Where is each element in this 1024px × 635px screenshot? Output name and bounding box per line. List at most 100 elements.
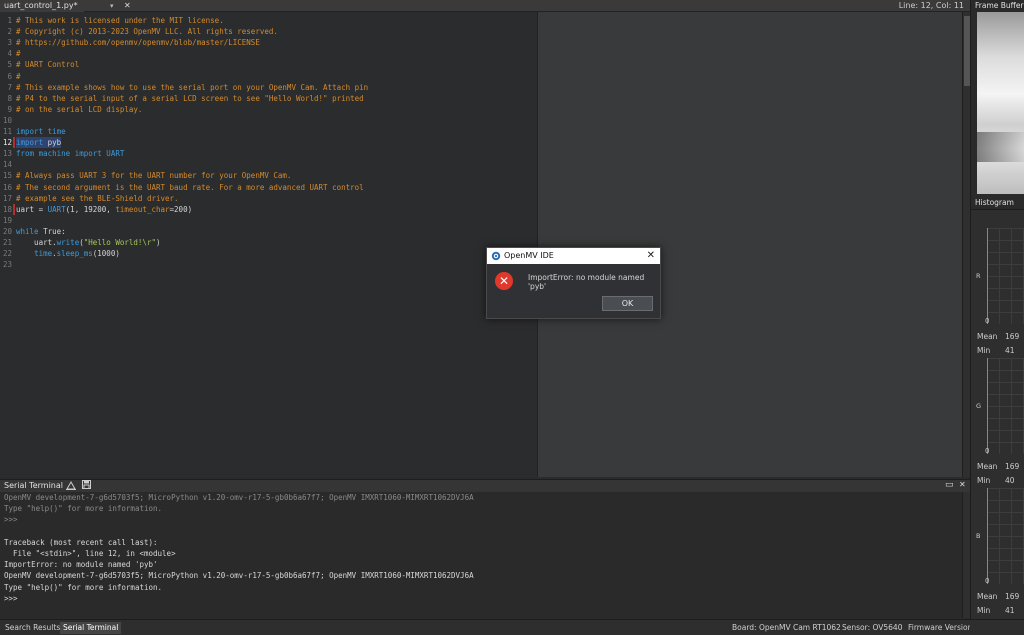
terminal-line: OpenMV development-7-g6d5703f5; MicroPyt…: [4, 493, 474, 502]
clear-terminal-icon[interactable]: [66, 480, 76, 492]
serial-terminal-tab[interactable]: Serial Terminal: [60, 622, 122, 634]
histogram-graph: [987, 228, 1024, 324]
line-number: 18: [2, 204, 12, 214]
histogram-axis-zero: 0: [985, 447, 990, 455]
line-number: 21: [2, 238, 12, 247]
editor-background: [537, 12, 962, 477]
histogram-graph: [987, 358, 1024, 454]
dialog-titlebar: OpenMV IDE ✕: [487, 248, 660, 264]
line-number: 9: [7, 104, 12, 114]
error-icon: ✕: [495, 272, 513, 290]
histogram-panel: R 0 Mean 169 Min 41 G 0 Mean 169 Min 40 B 0 Mean 169 Min…: [971, 209, 1024, 635]
code-line[interactable]: # P4 to the serial input of a serial LCD…: [16, 93, 364, 104]
code-line[interactable]: #: [16, 71, 21, 82]
search-results-tab[interactable]: Search Results: [2, 622, 63, 634]
serial-terminal-title: Serial Terminal: [4, 481, 63, 490]
histogram-min-stat: Min 41: [977, 346, 1015, 355]
dialog-title: OpenMV IDE: [504, 251, 554, 260]
code-line[interactable]: #: [16, 48, 21, 59]
line-number: 4: [7, 49, 12, 59]
serial-terminal-header: Serial Terminal ▭ ✕: [0, 479, 970, 492]
line-number: 1: [7, 16, 12, 25]
error-dialog: OpenMV IDE ✕ ✕ ImportError: no module na…: [486, 247, 661, 319]
histogram-mean-stat: Mean 169: [977, 592, 1020, 601]
histogram-mean-stat: Mean 169: [977, 462, 1020, 471]
modified-line-marker: [13, 137, 15, 149]
close-icon[interactable]: ✕: [647, 248, 655, 264]
histogram-axis-zero: 0: [985, 577, 990, 585]
line-number: 16: [2, 182, 12, 192]
file-tab[interactable]: uart_control_1.py*: [0, 0, 84, 12]
code-editor[interactable]: 1 # This work is licensed under the MIT l…: [0, 12, 537, 477]
chevron-down-icon[interactable]: ▾: [110, 0, 114, 12]
terminal-line: File "<stdin>", line 12, in <module>: [4, 549, 176, 558]
line-number: 15: [2, 171, 12, 181]
right-panel: Frame Buffer Histogram R 0 Mean 169 Min 41 G 0 M…: [970, 0, 1024, 635]
terminal-line: Type "help()" for more information.: [4, 582, 163, 592]
openmv-logo-icon: [491, 251, 501, 261]
code-line[interactable]: # The second argument is the UART baud r…: [16, 182, 364, 193]
serial-terminal-output[interactable]: OpenMV development-7-g6d5703f5; MicroPyt…: [0, 492, 962, 618]
terminal-line: Traceback (most recent call last):: [4, 537, 158, 547]
line-number: 20: [2, 226, 12, 236]
code-line[interactable]: # Copyright (c) 2013-2023 OpenMV LLC. Al…: [16, 26, 278, 37]
code-line[interactable]: uart.write("Hello World!\r"): [16, 237, 160, 248]
histogram-axis-zero: 0: [985, 317, 990, 325]
terminal-line: Type "help()" for more information.: [4, 504, 163, 514]
code-line[interactable]: # on the serial LCD display.: [16, 104, 142, 115]
code-line[interactable]: time.sleep_ms(1000): [16, 248, 120, 259]
terminal-line: ImportError: no module named 'pyb': [4, 560, 158, 570]
ok-button[interactable]: OK: [602, 296, 653, 311]
frame-buffer-image: [977, 12, 1024, 194]
close-icon[interactable]: ✕: [124, 0, 131, 12]
line-number: 23: [2, 260, 12, 270]
line-number: 7: [7, 82, 12, 92]
line-number: 6: [7, 71, 12, 81]
close-icon[interactable]: ✕: [959, 480, 966, 489]
line-number: 2: [7, 27, 12, 37]
line-number: 14: [2, 160, 12, 170]
terminal-line: >>>: [4, 593, 18, 603]
maximize-icon[interactable]: ▭: [945, 480, 954, 490]
line-number: 12: [2, 138, 12, 148]
modified-line-marker: [13, 203, 15, 215]
code-line[interactable]: # example see the BLE-Shield driver.: [16, 193, 179, 204]
code-line[interactable]: import pyb: [16, 137, 62, 149]
dialog-message: ImportError: no module named 'pyb': [528, 273, 645, 291]
line-number: 19: [2, 215, 12, 225]
code-line[interactable]: # Always pass UART 3 for the UART number…: [16, 170, 291, 181]
histogram-min-stat: Min 41: [977, 606, 1015, 615]
line-number: 11: [2, 127, 12, 136]
line-number: 13: [2, 149, 12, 159]
line-number: 3: [7, 38, 12, 48]
terminal-line: OpenMV development-7-g6d5703f5; MicroPyt…: [4, 571, 474, 581]
cursor-position: Line: 12, Col: 11: [898, 1, 964, 10]
terminal-line: >>>: [4, 515, 18, 525]
line-number: 8: [7, 93, 12, 103]
code-line[interactable]: uart = UART(1, 19200, timeout_char=200): [16, 204, 192, 215]
code-line[interactable]: # https://github.com/openmv/openmv/blob/…: [16, 37, 260, 48]
sensor-info: Sensor: OV5640: [842, 623, 903, 632]
histogram-label: Histogram: [975, 198, 1014, 207]
histogram-channel-label: B: [976, 532, 981, 540]
histogram-mean-stat: Mean 169: [977, 332, 1020, 341]
histogram-graph: [987, 488, 1024, 584]
code-line[interactable]: from machine import UART: [16, 148, 124, 159]
code-line[interactable]: # This example shows how to use the seri…: [16, 82, 368, 93]
histogram-channel-label: G: [976, 402, 982, 410]
line-number: 22: [2, 249, 12, 259]
frame-buffer-label: Frame Buffer: [975, 1, 1024, 10]
editor-scrollbar[interactable]: [962, 12, 970, 477]
board-info[interactable]: Board: OpenMV Cam RT1062: [732, 622, 841, 634]
histogram-channel-label: R: [976, 272, 981, 280]
code-line[interactable]: # UART Control: [16, 59, 79, 70]
line-number: 17: [2, 193, 12, 203]
save-icon[interactable]: [82, 480, 91, 492]
histogram-min-stat: Min 40: [977, 476, 1015, 485]
line-number: 5: [7, 60, 12, 70]
code-line[interactable]: import time: [16, 126, 66, 137]
line-number: 10: [2, 115, 12, 125]
terminal-scrollbar[interactable]: [962, 492, 970, 618]
code-line[interactable]: # This work is licensed under the MIT li…: [16, 15, 224, 26]
code-line[interactable]: while True:: [16, 226, 66, 237]
